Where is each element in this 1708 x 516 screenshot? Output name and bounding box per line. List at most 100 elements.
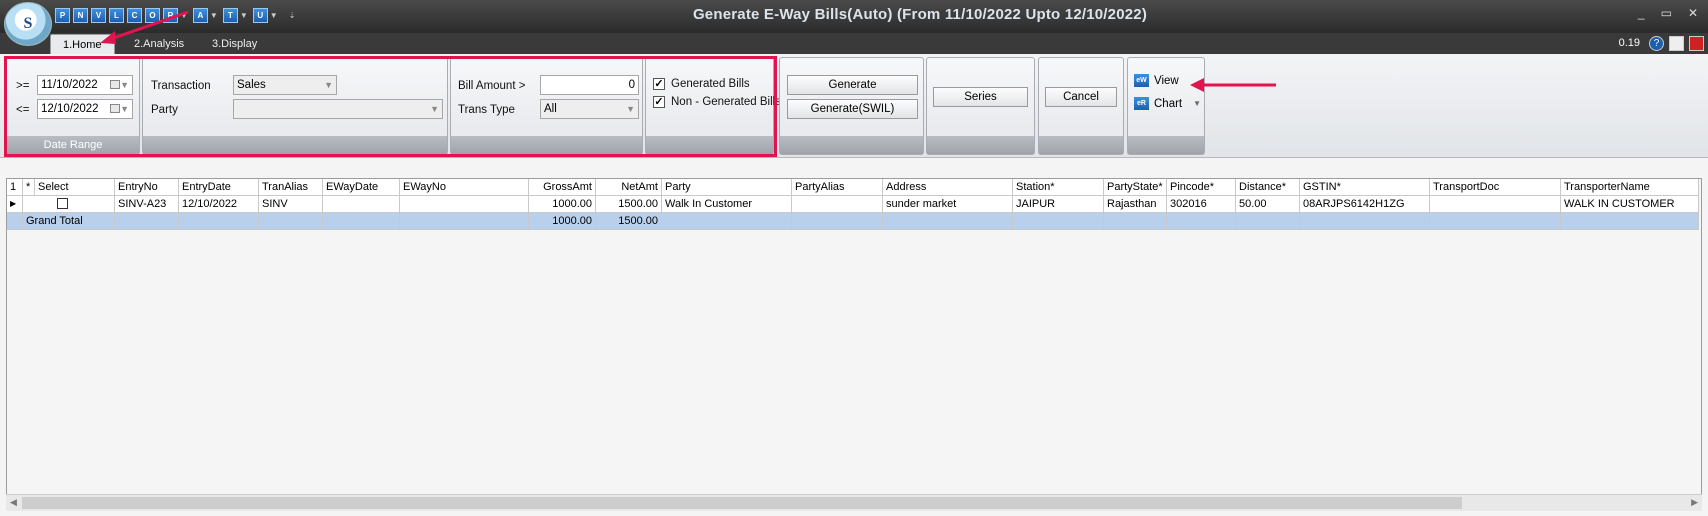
minimize-button[interactable]: _ [1638, 6, 1645, 20]
chevron-down-icon[interactable]: ▼ [210, 11, 218, 20]
quick-r-button[interactable]: R ▼ [163, 7, 190, 23]
view-label: View [1154, 74, 1179, 87]
entry-date-cell[interactable]: 12/10/2022 [179, 196, 259, 213]
quick-p-button[interactable]: P [55, 7, 70, 23]
column-header[interactable]: TransporterName [1561, 179, 1699, 196]
column-header[interactable]: Station* [1013, 179, 1104, 196]
scroll-right-icon[interactable]: ▶ [1691, 497, 1698, 508]
close-button[interactable]: ✕ [1688, 6, 1698, 20]
total-cell [400, 213, 529, 230]
cancel-button[interactable]: Cancel [1045, 87, 1117, 107]
eway-no-cell[interactable] [400, 196, 529, 213]
quick-c-button[interactable]: C [127, 7, 142, 23]
chevron-down-icon[interactable]: ▼ [1193, 99, 1201, 108]
column-header[interactable]: TransportDoc [1430, 179, 1561, 196]
chevron-down-icon[interactable]: ▼ [270, 11, 278, 20]
series-group-footer [927, 136, 1034, 154]
chevron-down-icon[interactable]: ▼ [240, 11, 248, 20]
tab-display[interactable]: 3.Display [200, 34, 269, 54]
column-header[interactable]: Pincode* [1167, 179, 1236, 196]
r-icon: R [163, 7, 178, 23]
total-gross-amt: 1000.00 [529, 213, 596, 230]
column-header[interactable]: Distance* [1236, 179, 1300, 196]
quick-a-button[interactable]: A ▼ [192, 7, 220, 23]
pincode-cell[interactable]: 302016 [1167, 196, 1236, 213]
tran-alias-cell[interactable]: SINV [259, 196, 323, 213]
party-cell[interactable]: Walk In Customer [662, 196, 792, 213]
entry-no-cell[interactable]: SINV-A23 [115, 196, 179, 213]
generate-swil-button[interactable]: Generate(SWIL) [787, 99, 918, 119]
generate-button[interactable]: Generate [787, 75, 918, 95]
cancel-group: Cancel [1038, 57, 1124, 155]
column-header[interactable]: NetAmt [596, 179, 662, 196]
column-header[interactable]: 1 [7, 179, 23, 196]
quick-access-toolbar: P N V L C O R ▼ A ▼ T ▼ U ▼ ⇣ [55, 7, 297, 23]
party-state-cell[interactable]: Rajasthan [1104, 196, 1167, 213]
chevron-down-icon[interactable]: ▼ [180, 11, 188, 20]
transporter-name-cell[interactable]: WALK IN CUSTOMER [1561, 196, 1699, 213]
app-logo[interactable]: S [4, 2, 52, 46]
party-alias-cell[interactable] [792, 196, 883, 213]
total-cell [323, 213, 400, 230]
cancel-group-footer [1039, 136, 1123, 154]
tab-home[interactable]: 1.Home [50, 34, 115, 54]
quick-t-button[interactable]: T ▼ [222, 7, 250, 23]
grand-total-row: Grand Total 1000.00 1500.00 [7, 213, 1699, 230]
column-header[interactable]: PartyAlias [792, 179, 883, 196]
select-cell[interactable] [23, 196, 115, 213]
column-header[interactable]: PartyState* [1104, 179, 1167, 196]
column-header[interactable]: EntryDate [179, 179, 259, 196]
chart-button[interactable]: eR Chart ▼ [1134, 97, 1201, 110]
quick-o-button[interactable]: O [145, 7, 160, 23]
scroll-left-icon[interactable]: ◀ [10, 497, 17, 508]
bills-grid[interactable]: 1 * Select EntryNo EntryDate TranAlias E… [6, 178, 1702, 507]
quick-u-button[interactable]: U ▼ [252, 7, 280, 23]
total-cell [115, 213, 179, 230]
select-checkbox[interactable] [57, 198, 68, 209]
maximize-button[interactable]: ▭ [1661, 6, 1672, 20]
tab-analysis[interactable]: 2.Analysis [122, 34, 196, 54]
horizontal-scrollbar[interactable]: ◀ ▶ [6, 494, 1702, 511]
column-header[interactable]: Party [662, 179, 792, 196]
scroll-thumb[interactable] [22, 497, 1462, 509]
distance-cell[interactable]: 50.00 [1236, 196, 1300, 213]
help-icon[interactable]: ? [1649, 36, 1664, 51]
gross-amt-cell[interactable]: 1000.00 [529, 196, 596, 213]
station-cell[interactable]: JAIPUR [1013, 196, 1104, 213]
column-header[interactable]: Select [35, 179, 115, 196]
view-group-footer [1128, 136, 1204, 154]
chart-label: Chart [1154, 97, 1183, 110]
table-row[interactable]: ▶ SINV-A23 12/10/2022 SINV 1000.00 1500.… [7, 196, 1699, 213]
u-icon: U [252, 7, 268, 23]
column-header[interactable]: GrossAmt [529, 179, 596, 196]
transport-doc-cell[interactable] [1430, 196, 1561, 213]
eway-date-cell[interactable] [323, 196, 400, 213]
series-button[interactable]: Series [933, 87, 1028, 107]
customize-toolbar-icon[interactable]: ⇣ [289, 11, 296, 20]
total-cell [1104, 213, 1167, 230]
column-header[interactable]: Address [883, 179, 1013, 196]
chart-icon: eR [1134, 97, 1149, 110]
quick-l-button[interactable]: L [109, 7, 124, 23]
net-amt-cell[interactable]: 1500.00 [596, 196, 662, 213]
column-header[interactable]: EWayNo [400, 179, 529, 196]
quick-v-button[interactable]: V [91, 7, 106, 23]
column-header[interactable]: EntryNo [115, 179, 179, 196]
column-header[interactable]: TranAlias [259, 179, 323, 196]
total-cell [1167, 213, 1236, 230]
notes-icon[interactable] [1669, 36, 1684, 51]
view-button[interactable]: eW View [1134, 74, 1179, 87]
window-title: Generate E-Way Bills(Auto) (From 11/10/2… [692, 6, 1148, 23]
n-icon: N [73, 7, 88, 23]
o-icon: O [145, 7, 160, 23]
quick-n-button[interactable]: N [73, 7, 88, 23]
address-cell[interactable]: sunder market [883, 196, 1013, 213]
column-header[interactable]: GSTIN* [1300, 179, 1430, 196]
total-cell [1013, 213, 1104, 230]
highlight-box [4, 56, 777, 157]
exit-icon[interactable] [1689, 36, 1704, 51]
column-header[interactable]: EWayDate [323, 179, 400, 196]
column-header[interactable]: * [23, 179, 35, 196]
grid-header-row: 1 * Select EntryNo EntryDate TranAlias E… [7, 179, 1699, 196]
gstin-cell[interactable]: 08ARJPS6142H1ZG [1300, 196, 1430, 213]
